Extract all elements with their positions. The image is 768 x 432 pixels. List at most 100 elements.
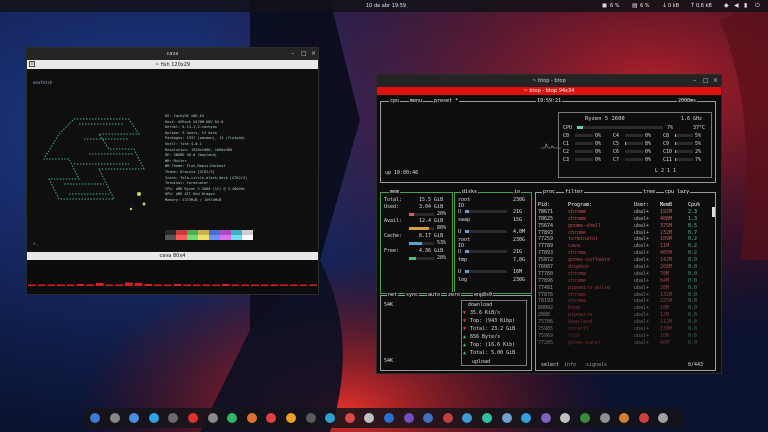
- table-row[interactable]: 75706 Xwayland ubal+ 112M 0.0: [538, 319, 714, 326]
- dock-app-icon[interactable]: [580, 413, 590, 423]
- dock-app-icon[interactable]: [364, 413, 375, 423]
- volume-icon[interactable]: ◀: [734, 3, 739, 9]
- close-icon[interactable]: ×: [311, 50, 316, 57]
- process-table[interactable]: Pid: Program: User: MemB Cpu% 78671 chrome ubal…: [538, 202, 714, 347]
- dock-app-icon[interactable]: [540, 413, 551, 423]
- dock-app-icon[interactable]: [266, 413, 277, 423]
- terminal-tab-fish[interactable]: × ~ fish 120x29: [27, 60, 318, 69]
- dock-app-icon[interactable]: [344, 413, 355, 423]
- proc-header[interactable]: Program:: [568, 202, 592, 208]
- dock-app-icon[interactable]: [658, 413, 669, 423]
- proc-header[interactable]: Cpu%: [688, 202, 700, 208]
- dock-app-icon[interactable]: [109, 413, 120, 423]
- terminator-window-btop[interactable]: ~ btop - btop – □ × ~ btop - btop 94x34 …: [376, 74, 722, 374]
- table-row[interactable]: 77259 terminator ubal+ 109M 0.2: [538, 236, 714, 243]
- dock-app-icon[interactable]: [90, 413, 100, 423]
- maximize-icon[interactable]: □: [703, 77, 709, 84]
- dock-app-icon[interactable]: [403, 413, 414, 423]
- table-row[interactable]: 77205 gnome-panel ubal+ 40M 0.0: [538, 340, 714, 347]
- table-row[interactable]: 77789 cava ubal+ 11M 0.2: [538, 243, 714, 250]
- dock-app-icon[interactable]: [325, 413, 336, 423]
- terminal-content[interactable]: neofetch OS: CachyOS x86_64 Host: ASRock …: [27, 69, 318, 251]
- cpu-indicator[interactable]: 6 %: [610, 3, 620, 9]
- table-row[interactable]: 77893 chrome ubal+ 405M 0.2: [538, 250, 714, 257]
- dock-app-icon[interactable]: [442, 413, 453, 423]
- dock-app-icon[interactable]: [423, 413, 434, 423]
- mem-label[interactable]: mem: [389, 189, 401, 195]
- tree-toggle[interactable]: tree: [642, 189, 657, 195]
- table-row[interactable]: 77893 chrome ubal+ 232M 0.7: [538, 230, 714, 237]
- proc-header[interactable]: User:: [634, 202, 649, 208]
- dock-app-icon[interactable]: [305, 413, 316, 423]
- net-interface[interactable]: enp8s0: [473, 292, 494, 298]
- zero-toggle[interactable]: zero: [447, 292, 462, 298]
- auto-toggle[interactable]: auto: [427, 292, 442, 298]
- close-icon[interactable]: ×: [713, 77, 718, 84]
- table-row[interactable]: 75674 gnome-shell ubal+ 375M 0.5: [538, 223, 714, 230]
- proc-label[interactable]: proc: [542, 189, 557, 195]
- dock-app-icon[interactable]: [462, 413, 473, 423]
- filter-input[interactable]: filter: [564, 189, 585, 195]
- window-titlebar[interactable]: cava – □ ×: [27, 48, 318, 60]
- dock-app-icon[interactable]: [501, 413, 512, 423]
- mem-indicator[interactable]: 6 %: [640, 3, 650, 9]
- io-toggle[interactable]: io: [513, 189, 522, 195]
- proc-header[interactable]: Pid:: [538, 202, 550, 208]
- table-row[interactable]: 80092 btop ubal+ 10M 0.0: [538, 305, 714, 312]
- table-row[interactable]: 77481 pipewire-pulse ubal+ 28M 0.0: [538, 285, 714, 292]
- table-row[interactable]: 78625 chrome ubal+ 408M 1.3: [538, 216, 714, 223]
- dock-app-icon[interactable]: [246, 413, 257, 423]
- dock-app-icon[interactable]: [384, 413, 394, 423]
- dock-app-icon[interactable]: [188, 413, 198, 423]
- disks-label[interactable]: disks: [461, 189, 479, 195]
- table-row[interactable]: 75969 fish ubal+ 10M 0.0: [538, 333, 714, 340]
- cpu-label[interactable]: cpu: [389, 98, 401, 104]
- dock-app-icon[interactable]: [148, 413, 159, 423]
- dock-app-icon[interactable]: [482, 413, 492, 423]
- sort-selector[interactable]: cpu lazy: [664, 189, 691, 195]
- net-up-indicator[interactable]: 0,6 kB: [696, 3, 712, 9]
- table-row[interactable]: 78671 chrome ubal+ 192M 2.3: [538, 209, 714, 216]
- dock-app-icon[interactable]: [560, 413, 571, 423]
- prompt[interactable]: >_: [33, 241, 38, 246]
- terminator-window-fish[interactable]: cava – □ × × ~ fish 120x29 neofetch OS: …: [26, 47, 319, 295]
- terminal-tab-cava[interactable]: cava 80x4: [27, 252, 318, 260]
- table-row[interactable]: 75905 corectl ubal+ 130M 0.0: [538, 326, 714, 333]
- net-down-indicator[interactable]: 0 kB: [668, 3, 679, 9]
- maximize-icon[interactable]: □: [301, 50, 307, 57]
- signals-button[interactable]: signals: [586, 362, 607, 368]
- preset-button[interactable]: preset *: [433, 98, 460, 104]
- dock-app-icon[interactable]: [599, 413, 610, 423]
- net-label[interactable]: net: [387, 292, 399, 298]
- proc-header[interactable]: MemB: [660, 202, 672, 208]
- dock-app-icon[interactable]: [207, 413, 218, 423]
- dock-app-icon[interactable]: [227, 413, 238, 423]
- table-row[interactable]: 76087 dropbox ubal+ 268M 0.0: [538, 264, 714, 271]
- dock-app-icon[interactable]: [129, 413, 140, 423]
- minimize-icon[interactable]: –: [693, 77, 696, 84]
- dock-app-icon[interactable]: [168, 413, 179, 423]
- info-button[interactable]: info: [564, 362, 576, 368]
- power-icon[interactable]: ⏻: [755, 3, 760, 9]
- dock-app-icon[interactable]: [521, 413, 532, 423]
- refresh-rate[interactable]: 2000ms: [677, 98, 698, 104]
- dock-app-icon[interactable]: [638, 413, 649, 423]
- select-button[interactable]: select: [541, 362, 559, 368]
- battery-icon[interactable]: ▮: [744, 3, 747, 9]
- dock-app-icon[interactable]: [619, 413, 630, 423]
- table-row[interactable]: 78193 chrome ubal+ 225M 0.0: [538, 298, 714, 305]
- menu-button[interactable]: menu: [409, 98, 424, 104]
- table-row[interactable]: 77876 chrome ubal+ 132M 0.0: [538, 292, 714, 299]
- minimize-icon[interactable]: –: [291, 50, 294, 57]
- terminal-tab-btop[interactable]: ~ btop - btop 94x34: [377, 87, 721, 95]
- clock[interactable]: 10 de abr 19:59: [366, 3, 406, 9]
- table-row[interactable]: 2086 pipewire ubal+ 12M 0.0: [538, 312, 714, 319]
- network-icon[interactable]: ◆: [724, 3, 729, 9]
- window-titlebar[interactable]: ~ btop - btop – □ ×: [377, 75, 721, 87]
- btop-app[interactable]: cpu menu preset * 19:59:21 2000ms up 10:…: [377, 95, 721, 373]
- dock-app-icon[interactable]: [286, 413, 296, 423]
- sync-toggle[interactable]: sync: [405, 292, 420, 298]
- table-row[interactable]: 77896 chrome ubal+ 84M 0.0: [538, 278, 714, 285]
- table-row[interactable]: 77760 chrome ubal+ 70M 0.0: [538, 271, 714, 278]
- table-row[interactable]: 75872 gnome-software ubal+ 142M 0.0: [538, 257, 714, 264]
